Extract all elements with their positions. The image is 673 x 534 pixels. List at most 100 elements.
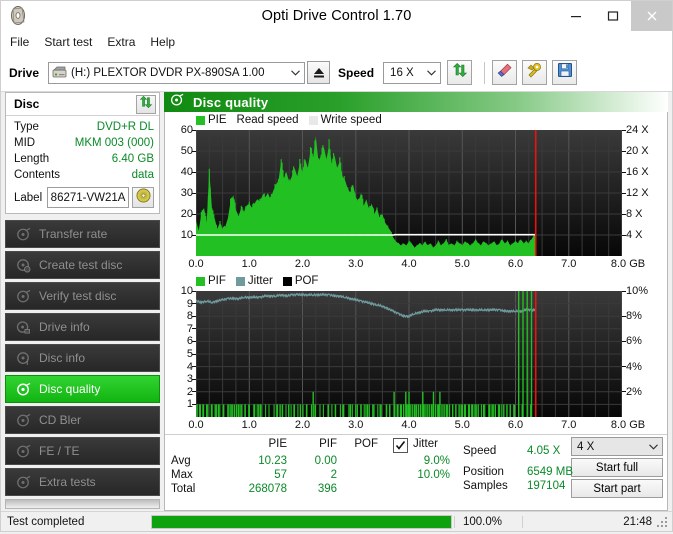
status-message: Test completed: [1, 516, 151, 528]
menu-item-extra[interactable]: Extra: [107, 33, 144, 51]
tools-icon: [526, 62, 543, 83]
eject-button[interactable]: [307, 61, 330, 84]
window-controls: [557, 1, 672, 31]
disc-label-input[interactable]: 86271-VW21A: [47, 187, 129, 208]
stats-row-label-max: Max: [171, 469, 193, 481]
refresh-button[interactable]: [447, 60, 472, 85]
legend-label: POF: [295, 275, 319, 287]
legend-item-pof: POF: [283, 275, 319, 287]
cd-disc-icon: [136, 188, 151, 208]
legend-swatch-pif: [196, 277, 205, 286]
disc-refresh-button[interactable]: [136, 95, 156, 114]
speed-label: Speed: [338, 66, 374, 80]
stats-row-label-total: Total: [171, 483, 195, 495]
menu-item-help[interactable]: Help: [150, 33, 184, 51]
pie-chart[interactable]: PIE Read speed Write speed: [165, 112, 667, 273]
speed-select[interactable]: 16 X: [383, 62, 441, 84]
disc-i-icon: i: [14, 349, 32, 367]
legend-swatch-write-speed: [309, 116, 318, 125]
sidebar-item-label: Disc quality: [39, 382, 100, 396]
pie-chart-legend: PIE Read speed Write speed: [196, 114, 388, 126]
legend-swatch-jitter: [236, 277, 245, 286]
title-bar: Opti Drive Control 1.70: [1, 1, 672, 31]
y2-tick-label: 10%: [626, 285, 648, 297]
y-tick-label: 9: [187, 298, 193, 310]
x-tick-label: 8.0 GB: [611, 258, 645, 270]
drive-select[interactable]: (H:) PLEXTOR DVDR PX-890SA 1.00: [48, 62, 305, 84]
chevron-down-icon[interactable]: [286, 63, 304, 83]
x-tick-label: 5.0: [455, 419, 470, 431]
x-tick-label: 0.0: [188, 419, 203, 431]
x-tick-label: 0.0: [188, 258, 203, 270]
toolbar-separator: [484, 62, 485, 84]
y-tick-label: 10: [181, 285, 193, 297]
disc-properties: Type DVD+R DL MID MKM 003 (000) Length 6…: [6, 116, 159, 213]
chevron-down-icon[interactable]: [422, 63, 440, 83]
stats-avg-jitter: 9.0%: [393, 455, 450, 467]
y-tick-label: 3: [187, 373, 193, 385]
maximize-button[interactable]: [594, 1, 631, 31]
sidebar-item-fe-te[interactable]: FE / TE: [5, 437, 160, 465]
y-tick-label: 30: [181, 187, 193, 199]
stats-avg-pie: 10.23: [235, 455, 287, 467]
legend-label: PIE: [208, 114, 227, 126]
save-button[interactable]: [552, 60, 577, 85]
start-part-button[interactable]: Start part: [571, 479, 663, 498]
drive-value: (H:) PLEXTOR DVDR PX-890SA 1.00: [71, 67, 264, 79]
x-tick-label: 3.0: [348, 419, 363, 431]
legend-label: Write speed: [321, 114, 382, 126]
charts-container: PIE Read speed Write speed: [164, 112, 668, 511]
sidebar-item-disc-info[interactable]: i Disc info: [5, 344, 160, 372]
pie-plot-area[interactable]: [196, 130, 622, 256]
menu-item-start-test[interactable]: Start test: [44, 33, 101, 51]
sidebar-item-transfer-rate[interactable]: Transfer rate: [5, 220, 160, 248]
content-area: Disc quality PIE Read speed: [164, 92, 668, 511]
disc-row-length: Length 6.40 GB: [14, 151, 154, 167]
main-body: Disc Type DVD+R DL: [1, 92, 672, 511]
y-tick-label: 60: [181, 124, 193, 136]
y-tick-label: 20: [181, 208, 193, 220]
y2-tick-label: 16 X: [626, 166, 649, 178]
tools-button[interactable]: [522, 60, 547, 85]
refresh-arrows-icon: [452, 62, 468, 83]
y-tick-label: 7: [187, 323, 193, 335]
resize-grip-icon[interactable]: [657, 516, 669, 528]
legend-swatch-pie: [196, 116, 205, 125]
sidebar-item-label: Disc info: [39, 351, 85, 365]
position-stat-value: 6549 MB: [527, 466, 573, 478]
pif-chart-legend: PIF Jitter POF: [196, 275, 324, 287]
pif-plot-area[interactable]: [196, 291, 622, 417]
disc-row-value: DVD+R DL: [97, 121, 154, 133]
x-tick-label: 8.0 GB: [611, 419, 645, 431]
sidebar-item-drive-info[interactable]: Drive info: [5, 313, 160, 341]
sidebar-item-extra-tests[interactable]: Extra tests: [5, 468, 160, 496]
disc-quality-icon: [170, 93, 184, 112]
jitter-checkbox[interactable]: [393, 438, 408, 453]
y2-tick-label: 20 X: [626, 145, 649, 157]
x-tick-label: 1.0: [242, 258, 257, 270]
x-tick-label: 2.0: [295, 258, 310, 270]
y2-tick-label: 12 X: [626, 187, 649, 199]
menu-item-file[interactable]: File: [10, 33, 38, 51]
erase-button[interactable]: [492, 60, 517, 85]
minimize-button[interactable]: [557, 1, 594, 31]
disc-info-icon: [14, 318, 32, 336]
nav-list: Transfer rate Create test disc Verify te…: [5, 220, 160, 496]
test-speed-select[interactable]: 4 X: [571, 437, 663, 456]
sidebar-item-disc-quality[interactable]: Disc quality: [5, 375, 160, 403]
sidebar-item-label: FE / TE: [39, 444, 79, 458]
start-full-button[interactable]: Start full: [571, 458, 663, 477]
legend-item-pie: PIE: [196, 114, 227, 126]
sidebar-item-cd-bler[interactable]: CD Bler: [5, 406, 160, 434]
test-speed-value: 4 X: [577, 441, 594, 453]
y-tick-label: 40: [181, 166, 193, 178]
chevron-down-icon[interactable]: [644, 438, 662, 455]
close-button[interactable]: [631, 1, 672, 31]
disc-eject-media-button[interactable]: [132, 187, 154, 208]
pif-chart[interactable]: PIF Jitter POF: [165, 273, 667, 434]
sidebar-item-label: Transfer rate: [39, 227, 107, 241]
legend-label: PIF: [208, 275, 226, 287]
sidebar-item-create-test-disc[interactable]: Create test disc: [5, 251, 160, 279]
pif-plot-svg: [196, 291, 622, 417]
sidebar-item-verify-test-disc[interactable]: Verify test disc: [5, 282, 160, 310]
